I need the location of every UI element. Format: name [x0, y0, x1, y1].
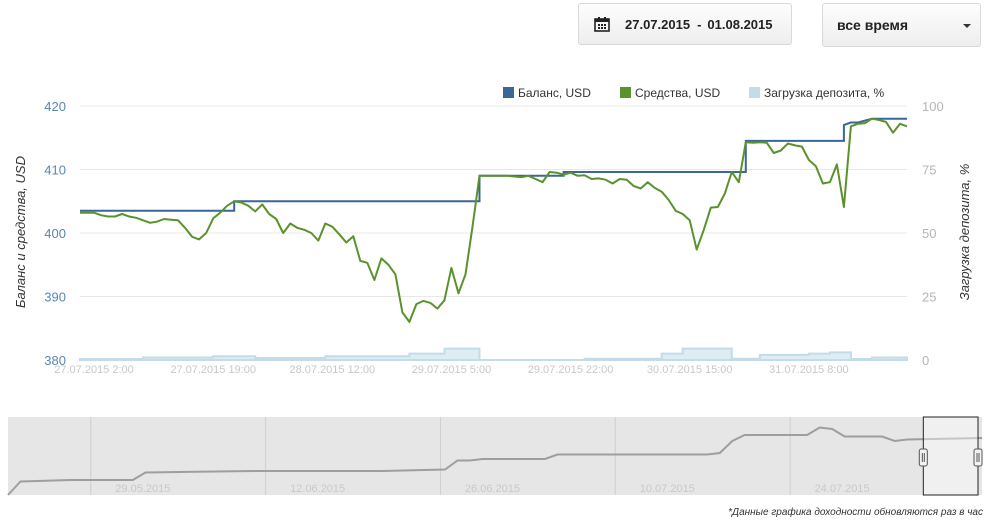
equity-series-line — [80, 117, 908, 323]
x-tick-label: 29.07.2015 22:00 — [528, 364, 614, 376]
legend-label: Загрузка депозита, % — [764, 86, 884, 100]
balance-chart: 380390400410420 0255075100 27.07.2015 2:… — [7, 86, 983, 496]
navigator-tick-label: 26.06.2015 — [465, 483, 520, 495]
left-axis: 380390400410420 — [44, 99, 66, 368]
legend-label: Средства, USD — [635, 86, 721, 100]
chart-legend: Баланс, USD Средства, USD Загрузка депозит… — [503, 86, 884, 100]
navigator-tick-label: 24.07.2015 — [815, 483, 870, 495]
lines-layer — [80, 117, 908, 323]
legend-swatch — [503, 87, 514, 98]
navigator-handle-body — [973, 448, 983, 467]
left-tick-label: 400 — [44, 226, 66, 241]
right-tick-label: 0 — [922, 353, 929, 368]
navigator-tick-label: 10.07.2015 — [640, 483, 695, 495]
x-tick-label: 28.07.2015 12:00 — [289, 364, 375, 376]
x-axis: 27.07.2015 2:00 27.07.2015 19:00 28.07.201… — [54, 364, 848, 376]
balance-series-line — [80, 117, 907, 212]
navigator-selection-window[interactable] — [922, 416, 979, 496]
right-tick-label: 50 — [922, 226, 936, 241]
right-tick-label: 25 — [922, 290, 936, 305]
x-tick-label: 31.07.2015 8:00 — [769, 364, 849, 376]
footnote: *Данные графика доходности обновляются р… — [728, 507, 983, 518]
navigator-handle-right[interactable] — [973, 448, 983, 467]
left-tick-label: 410 — [44, 163, 66, 178]
navigator-tick-label: 12.06.2015 — [290, 483, 345, 495]
right-tick-label: 100 — [922, 99, 944, 114]
deposit-load-series — [79, 347, 908, 361]
navigator-handle-left[interactable] — [918, 448, 928, 467]
left-tick-label: 390 — [44, 290, 66, 305]
x-tick-label: 27.07.2015 2:00 — [54, 364, 134, 376]
navigator[interactable]: 29.05.2015 12.06.2015 26.06.2015 10.07.2015… — [7, 416, 983, 496]
x-tick-label: 29.07.2015 5:00 — [412, 364, 492, 376]
right-axis-title: Загрузка депозита, % — [957, 164, 972, 301]
left-tick-label: 420 — [44, 99, 66, 114]
x-tick-label: 30.07.2015 15:00 — [647, 364, 733, 376]
legend-swatch — [749, 87, 760, 98]
legend-swatch — [620, 87, 631, 98]
navigator-handle-body — [918, 448, 928, 467]
right-axis: 0 25 50 75 100 — [922, 99, 944, 368]
left-axis-title: Баланс и средства, USD — [13, 156, 28, 308]
navigator-tick-label: 29.05.2015 — [115, 483, 170, 495]
chart-grid — [80, 105, 907, 361]
x-tick-label: 27.07.2015 19:00 — [170, 364, 256, 376]
deposit-load-layer — [79, 347, 908, 361]
right-tick-label: 75 — [922, 163, 936, 178]
legend-label: Баланс, USD — [518, 86, 591, 100]
